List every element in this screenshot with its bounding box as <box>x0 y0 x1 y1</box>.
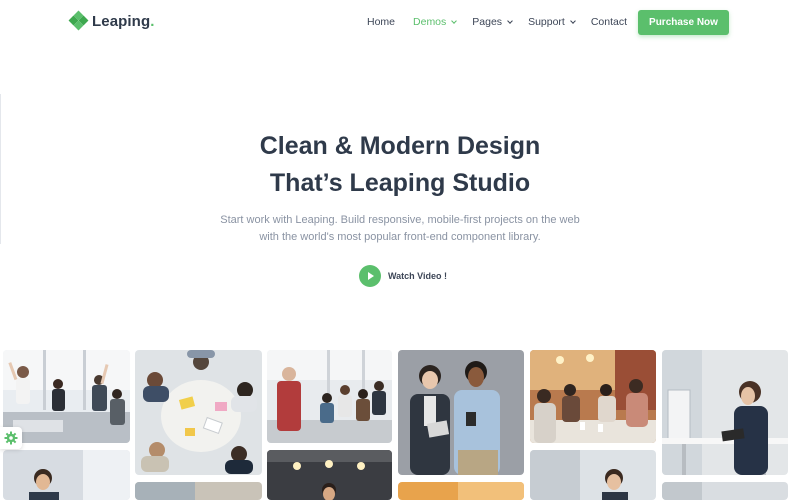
navbar: Leaping. Home Demos Pages Support Contac… <box>0 0 800 46</box>
woman-at-standing-desk-photo <box>662 350 788 475</box>
cafe-team-discussion-photo <box>530 350 656 443</box>
purchase-now-button[interactable]: Purchase Now <box>638 10 729 35</box>
main-nav: Home Demos Pages Support Contact <box>367 16 645 28</box>
nav-demos[interactable]: Demos <box>413 16 458 28</box>
team-meeting-overhead-photo <box>135 350 262 475</box>
watch-video-label: Watch Video ! <box>388 271 448 281</box>
brand-dot: . <box>150 12 155 30</box>
nav-support[interactable]: Support <box>528 16 576 28</box>
nav-pages[interactable]: Pages <box>472 16 513 28</box>
play-icon[interactable] <box>359 265 381 287</box>
woman-at-meeting-photo <box>530 450 656 500</box>
gear-icon <box>4 431 18 445</box>
hero-title-line-1: Clean & Modern Design <box>259 132 541 160</box>
watch-video-link[interactable]: Watch Video ! <box>359 265 447 287</box>
nav-demos-label: Demos <box>413 16 447 28</box>
nav-support-label: Support <box>528 16 565 28</box>
office-space-photo <box>398 482 524 500</box>
brand-name: Leaping <box>92 12 151 30</box>
nav-pages-label: Pages <box>472 16 503 28</box>
chevron-down-icon <box>451 17 458 24</box>
man-with-laptop-photo <box>3 450 130 500</box>
hero-subtitle-line-1: Start work with Leaping. Build responsiv… <box>220 214 580 226</box>
chevron-down-icon <box>570 17 576 24</box>
nav-contact-label: Contact <box>590 16 628 28</box>
office-team-celebrating-photo <box>3 350 130 443</box>
diamond-logo-icon <box>68 10 89 31</box>
office-space-photo <box>662 482 788 500</box>
office-interior-photo <box>135 482 262 500</box>
workshop-under-lights-photo <box>267 450 392 500</box>
presentation-to-audience-photo <box>267 350 392 443</box>
hero-subtitle: Start work with Leaping. Build responsiv… <box>0 212 800 246</box>
nav-home[interactable]: Home <box>367 16 395 28</box>
two-colleagues-with-tablet-photo <box>398 350 524 475</box>
hero-title-line-2: That’s Leaping Studio <box>269 169 531 197</box>
nav-contact[interactable]: Contact <box>591 16 627 28</box>
hero-title: Clean & Modern Design That’s Leaping Stu… <box>0 128 800 202</box>
hero-subtitle-line-2: with the world's most popular front-end … <box>259 231 541 243</box>
brand-logo[interactable]: Leaping. <box>68 10 155 31</box>
settings-toggle-button[interactable] <box>0 427 22 449</box>
nav-home-label: Home <box>367 16 396 28</box>
chevron-down-icon <box>507 17 513 24</box>
